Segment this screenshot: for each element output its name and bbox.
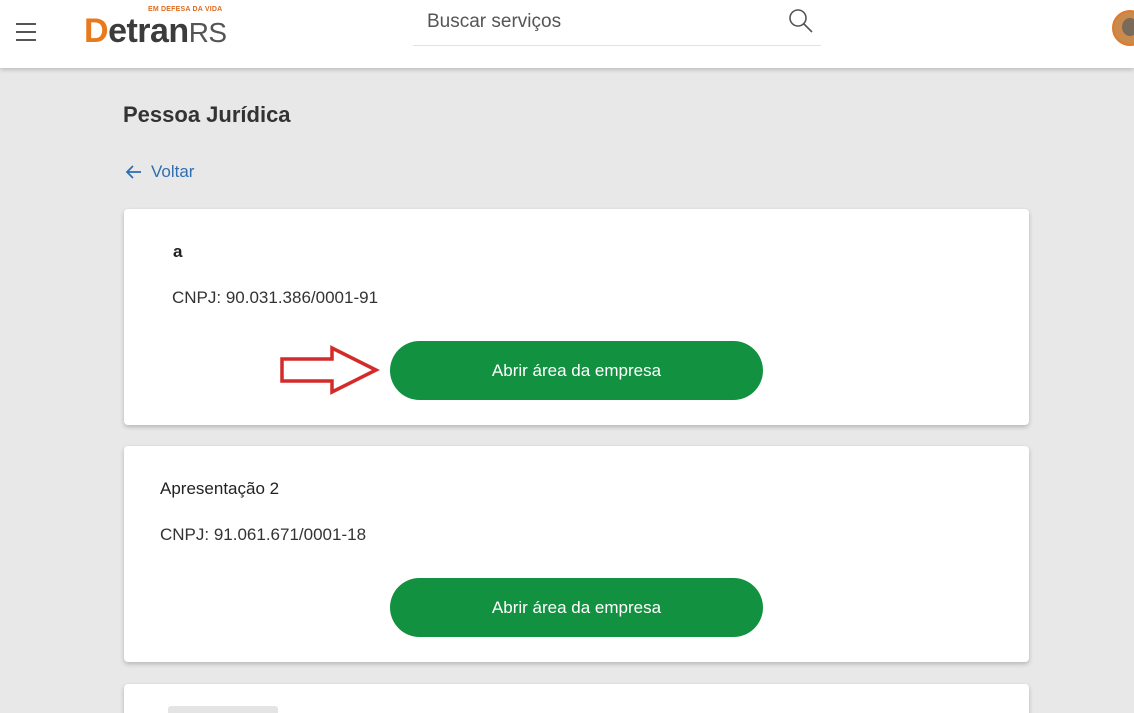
logo-wordmark: DetranRS — [84, 12, 227, 51]
company-name: a — [173, 242, 183, 261]
menu-icon-line — [16, 39, 36, 41]
back-arrow-icon — [125, 165, 141, 179]
avatar-image — [1122, 18, 1134, 36]
logo-word: etran — [108, 12, 189, 50]
search-icon[interactable] — [786, 6, 816, 36]
company-cnpj: CNPJ: 90.031.386/0001-91 — [172, 288, 379, 307]
detran-logo[interactable]: EM DEFESA DA VIDA DetranRS — [84, 6, 254, 52]
menu-icon[interactable] — [12, 20, 40, 44]
company-cnpj: CNPJ: 91.061.671/0001-18 — [160, 525, 367, 544]
user-avatar[interactable] — [1112, 10, 1134, 46]
company-card: a CNPJ: 90.031.386/0001-91 Abrir área da… — [124, 209, 1029, 425]
company-name-placeholder — [168, 706, 278, 713]
search-bar — [413, 0, 821, 46]
page-title: Pessoa Jurídica — [123, 102, 291, 127]
logo-letter-d: D — [84, 12, 109, 50]
logo-suffix: RS — [188, 17, 227, 48]
open-company-area-button[interactable]: Abrir área da empresa — [390, 578, 763, 637]
menu-icon-line — [16, 23, 36, 25]
search-input[interactable] — [413, 4, 753, 40]
company-name: Apresentação 2 — [160, 479, 280, 498]
back-link-label: Voltar — [151, 162, 195, 181]
open-company-area-button[interactable]: Abrir área da empresa — [390, 341, 763, 400]
annotation-arrow-icon — [280, 345, 380, 395]
menu-icon-line — [16, 31, 36, 33]
back-link[interactable]: Voltar — [125, 162, 194, 182]
company-card-partial — [124, 684, 1029, 713]
company-card: Apresentação 2 CNPJ: 91.061.671/0001-18 … — [124, 446, 1029, 662]
top-bar: EM DEFESA DA VIDA DetranRS — [0, 0, 1134, 68]
